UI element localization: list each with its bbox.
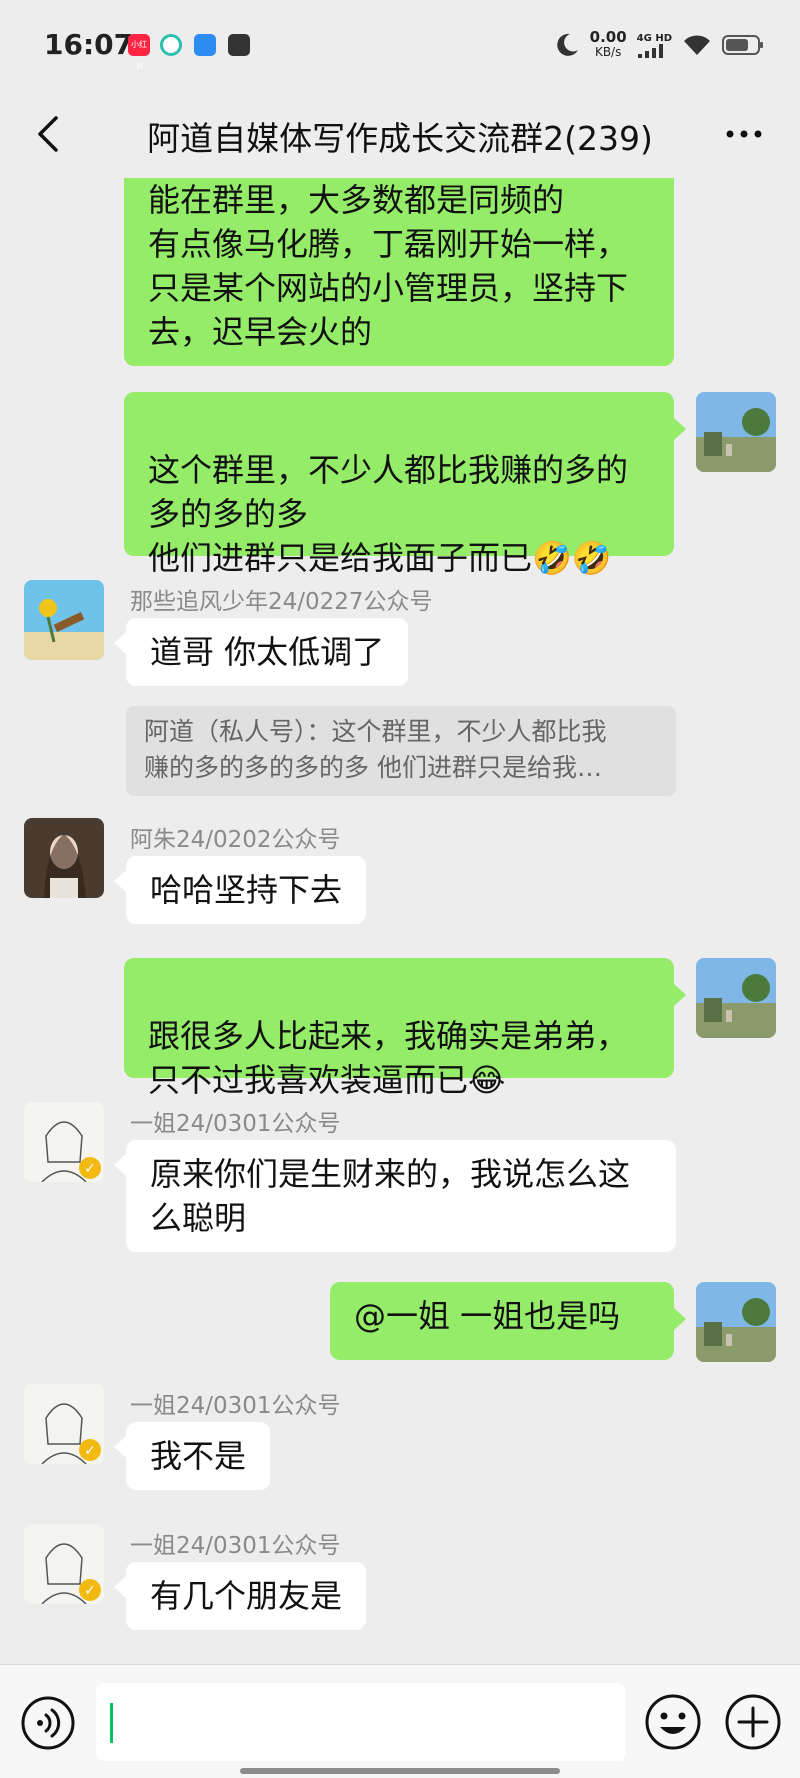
message-bubble[interactable]: 道哥 你太低调了	[126, 618, 409, 686]
laughing-rolling-emoji: 🤣🤣	[532, 539, 612, 577]
message-bubble[interactable]: @一姐 一姐也是吗	[330, 1282, 674, 1360]
bubble-tail	[114, 1576, 126, 1598]
message-bubble[interactable]: 有几个朋友是	[126, 1562, 367, 1630]
sender-name: 那些追风少年24/0227公众号	[130, 589, 433, 615]
message-item-incoming: ✓ 一姐24/0301公众号 有几个朋友是	[0, 1524, 800, 1640]
bubble-tail	[114, 1436, 126, 1458]
message-bubble[interactable]: 哈哈坚持下去	[126, 856, 367, 924]
self-avatar[interactable]	[696, 392, 776, 472]
status-bar: 16:07 小红书 0.00 KB/s 4G HD	[0, 0, 800, 92]
tears-of-joy-emoji: 😂	[468, 1061, 506, 1099]
text-caret	[110, 1703, 113, 1743]
input-bar	[0, 1664, 800, 1778]
bubble-tail	[114, 632, 126, 654]
message-bubble[interactable]: 原来你们是生财来的，我说怎么这 么聪明	[126, 1140, 676, 1252]
xiaohongshu-icon: 小红书	[128, 34, 150, 71]
bubble-tail	[114, 870, 126, 892]
message-item-outgoing: 这个群里，不少人都比我赚的多的 多的多的多 他们进群只是给我面子而已🤣🤣	[0, 392, 800, 577]
message-list[interactable]: 能在群里，大多数都是同频的 有点像马化腾，丁磊刚开始一样， 只是某个网站的小管理…	[0, 178, 800, 1664]
message-bubble[interactable]: 我不是	[126, 1422, 271, 1490]
signal-icon	[637, 43, 663, 58]
more-options-icon[interactable]	[722, 112, 766, 156]
sender-name: 一姐24/0301公众号	[130, 1111, 341, 1137]
message-item-incoming: 那些追风少年24/0227公众号 道哥 你太低调了 阿道（私人号）：这个群里，不…	[0, 580, 800, 796]
message-item-incoming: ✓ 一姐24/0301公众号 我不是	[0, 1384, 800, 1500]
message-item-outgoing: 能在群里，大多数都是同频的 有点像马化腾，丁磊刚开始一样， 只是某个网站的小管理…	[0, 178, 800, 368]
message-bubble[interactable]: 能在群里，大多数都是同频的 有点像马化腾，丁磊刚开始一样， 只是某个网站的小管理…	[124, 178, 674, 366]
sender-avatar[interactable]	[24, 580, 104, 660]
message-item-incoming: 阿朱24/0202公众号 哈哈坚持下去	[0, 818, 800, 934]
message-text: 跟很多人比起来，我确实是弟弟， 只不过我喜欢装逼而已	[148, 1017, 629, 1099]
message-bubble[interactable]: 跟很多人比起来，我确实是弟弟， 只不过我喜欢装逼而已😂	[124, 958, 674, 1099]
sender-avatar[interactable]: ✓	[24, 1384, 104, 1464]
chat-header: 阿道自媒体写作成长交流群2(239)	[0, 92, 800, 178]
message-item-incoming: ✓ 一姐24/0301公众号 原来你们是生财来的，我说怎么这 么聪明	[0, 1102, 800, 1264]
bubble-tail	[674, 418, 686, 440]
sender-avatar[interactable]: ✓	[24, 1102, 104, 1182]
svg-text:✓: ✓	[84, 1583, 96, 1599]
signal-group: 4G HD	[637, 33, 672, 58]
sender-avatar[interactable]: ✓	[24, 1524, 104, 1604]
wifi-icon	[684, 35, 710, 55]
status-time: 16:07	[44, 28, 134, 61]
sync-icon	[160, 34, 182, 56]
bubble-tail	[674, 984, 686, 1006]
add-icon[interactable]	[724, 1693, 782, 1751]
voice-icon[interactable]	[20, 1695, 76, 1751]
chat-title: 阿道自媒体写作成长交流群2(239)	[147, 119, 653, 158]
net-speed-value: 0.00	[589, 28, 627, 46]
self-avatar[interactable]	[696, 958, 776, 1038]
quoted-message[interactable]: 阿道（私人号）：这个群里，不少人都比我 赚的多的多的多的多 他们进群只是给我…	[126, 706, 676, 796]
bubble-tail	[674, 1308, 686, 1330]
message-item-outgoing: 跟很多人比起来，我确实是弟弟， 只不过我喜欢装逼而已😂	[0, 958, 800, 1099]
quote-line: 阿道（私人号）：这个群里，不少人都比我	[144, 717, 607, 746]
wallet-icon	[194, 34, 216, 56]
bag-icon	[228, 34, 250, 56]
message-bubble[interactable]: 这个群里，不少人都比我赚的多的 多的多的多 他们进群只是给我面子而已🤣🤣	[124, 392, 674, 577]
sender-name: 一姐24/0301公众号	[130, 1533, 341, 1559]
bubble-tail	[114, 1154, 126, 1176]
self-avatar[interactable]	[696, 1282, 776, 1362]
sender-name: 阿朱24/0202公众号	[130, 827, 341, 853]
svg-text:✓: ✓	[84, 1443, 96, 1459]
message-input[interactable]	[96, 1683, 626, 1761]
svg-text:✓: ✓	[84, 1161, 96, 1177]
sender-name: 一姐24/0301公众号	[130, 1393, 341, 1419]
sender-avatar[interactable]	[24, 818, 104, 898]
net-speed-unit: KB/s	[594, 45, 622, 59]
moon-icon	[556, 33, 578, 56]
net-speed: 0.00 KB/s	[590, 30, 627, 60]
emoji-icon[interactable]	[644, 1693, 702, 1751]
signal-label: 4G HD	[636, 32, 672, 44]
home-indicator[interactable]	[240, 1768, 560, 1774]
quote-line: 赚的多的多的多的多 他们进群只是给我…	[144, 753, 602, 782]
message-item-outgoing: @一姐 一姐也是吗	[0, 1282, 800, 1362]
battery-icon	[722, 35, 763, 55]
status-right-group: 0.00 KB/s 4G HD	[554, 30, 764, 60]
